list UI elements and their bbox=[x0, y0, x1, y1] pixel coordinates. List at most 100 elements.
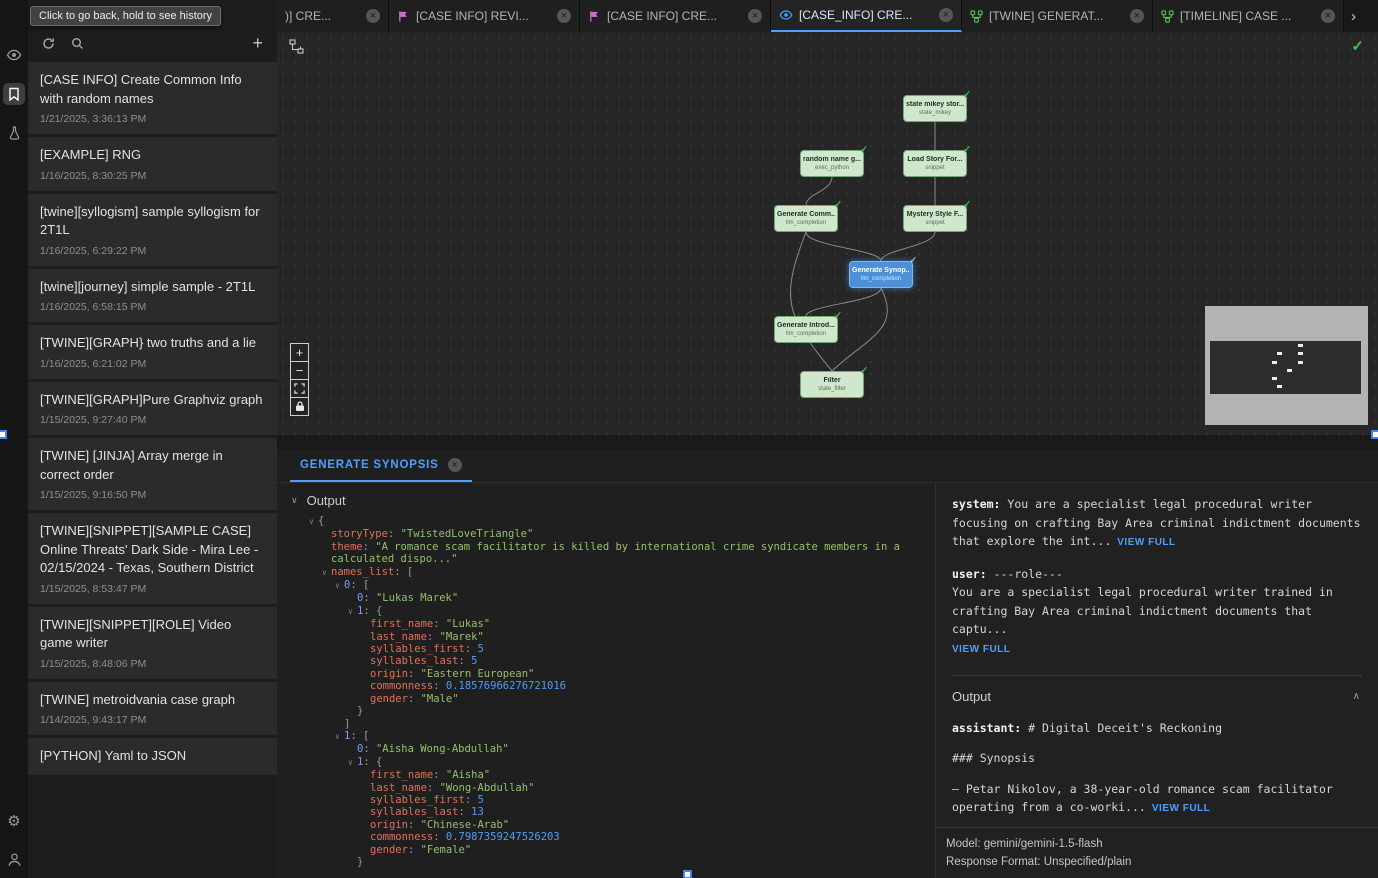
search-icon[interactable] bbox=[71, 37, 84, 50]
eye-icon[interactable] bbox=[3, 44, 25, 66]
prompt-list-item[interactable]: [EXAMPLE] RNG1/16/2025, 8:30:25 PM bbox=[28, 137, 277, 191]
close-icon[interactable]: × bbox=[748, 9, 762, 23]
resize-handle-bottom[interactable] bbox=[683, 870, 692, 878]
close-icon[interactable]: × bbox=[366, 9, 380, 23]
json-line: 0: "Lukas Marek" bbox=[309, 592, 935, 604]
close-icon[interactable]: × bbox=[1321, 9, 1335, 23]
editor-tab[interactable]: )] CRE...× bbox=[277, 0, 389, 32]
node-filter[interactable]: Filterstate_filter✓ bbox=[800, 371, 864, 398]
output-collapse-header[interactable]: ∨ Output bbox=[291, 493, 935, 508]
json-token-n: 5 bbox=[477, 643, 483, 655]
flask-icon[interactable] bbox=[3, 122, 25, 144]
node-load-story[interactable]: Load Story For...snippet✓ bbox=[903, 150, 967, 177]
json-line[interactable]: ∨{ bbox=[309, 515, 935, 528]
output-section-header[interactable]: Output ∧ bbox=[952, 675, 1362, 719]
minimap-node-dot bbox=[1277, 352, 1282, 355]
json-token-k: origin bbox=[370, 668, 408, 680]
assistant-title-text: # Digital Deceit's Reckoning bbox=[1021, 721, 1222, 735]
user-message: user: ---role---You are a specialist leg… bbox=[952, 565, 1362, 660]
node-mystery-style[interactable]: Mystery Style F...snippet✓ bbox=[903, 205, 967, 232]
panel-resizer[interactable] bbox=[277, 435, 1378, 450]
json-line[interactable]: ∨1: [ bbox=[309, 730, 935, 743]
lock-button[interactable] bbox=[290, 397, 309, 416]
node-generate-comm[interactable]: Generate Comm...llm_completion✓ bbox=[774, 205, 838, 232]
json-token-k: first_name bbox=[370, 618, 433, 630]
tab-label: [CASE INFO] REVI... bbox=[416, 9, 551, 23]
refresh-icon[interactable] bbox=[42, 37, 55, 50]
json-line[interactable]: ∨0: [ bbox=[309, 579, 935, 592]
minimap-node-dot bbox=[1272, 377, 1277, 380]
zoom-fit-button[interactable] bbox=[290, 379, 309, 398]
json-token-p: : bbox=[388, 528, 401, 540]
system-view-full-link[interactable]: VIEW FULL bbox=[1117, 537, 1175, 548]
json-token-p: } bbox=[357, 705, 363, 717]
collapse-caret-icon[interactable]: ∨ bbox=[348, 757, 357, 769]
editor-tab[interactable]: [TIMELINE] CASE ...× bbox=[1153, 0, 1344, 32]
minimap[interactable] bbox=[1205, 306, 1368, 425]
panel-tab-generate-synopsis[interactable]: GENERATE SYNOPSIS × bbox=[290, 450, 472, 482]
prompt-list-item[interactable]: [PYTHON] Yaml to JSON bbox=[28, 738, 277, 775]
resize-handle-left[interactable] bbox=[0, 430, 7, 439]
editor-tab[interactable]: [CASE INFO] CRE...× bbox=[580, 0, 771, 32]
collapse-caret-icon[interactable]: ∨ bbox=[335, 731, 344, 743]
collapse-caret-icon[interactable]: ∨ bbox=[348, 606, 357, 618]
json-token-p: { bbox=[376, 605, 382, 617]
prompt-list-item[interactable]: [TWINE][GRAPH]Pure Graphviz graph1/15/20… bbox=[28, 382, 277, 436]
collapse-caret-icon[interactable]: ∨ bbox=[322, 567, 331, 579]
prompts-section-icon[interactable] bbox=[3, 83, 25, 105]
minimap-viewport[interactable] bbox=[1210, 341, 1361, 394]
json-token-p: : bbox=[433, 618, 446, 630]
json-line[interactable]: ∨names_list: [ bbox=[309, 566, 935, 579]
prompt-list-item[interactable]: [TWINE][GRAPH} two truths and a lie1/16/… bbox=[28, 325, 277, 379]
json-line[interactable]: ∨1: { bbox=[309, 756, 935, 769]
prompt-list-item[interactable]: [TWINE][SNIPPET][ROLE] Video game writer… bbox=[28, 607, 277, 679]
json-token-p: : bbox=[363, 605, 376, 617]
json-token-p: : bbox=[433, 680, 446, 692]
zoom-in-button[interactable]: + bbox=[290, 343, 309, 362]
auto-layout-icon[interactable] bbox=[289, 39, 304, 59]
node-state-mikey[interactable]: state mikey stor...state_mikey✓ bbox=[903, 95, 967, 122]
prompt-list-item[interactable]: [twine][journey] simple sample - 2T1L1/1… bbox=[28, 269, 277, 323]
close-icon[interactable]: × bbox=[1130, 9, 1144, 23]
node-random-name[interactable]: random name g...exec_python✓ bbox=[800, 150, 864, 177]
assistant-view-full-link[interactable]: VIEW FULL bbox=[1152, 803, 1210, 814]
collapse-caret-icon[interactable]: ∨ bbox=[309, 516, 318, 528]
json-token-s: "Aisha" bbox=[446, 769, 490, 781]
json-token-s: "Aisha Wong-Abdullah" bbox=[376, 743, 509, 755]
close-icon[interactable]: × bbox=[557, 9, 571, 23]
prompt-list-item[interactable]: [TWINE] metroidvania case graph1/14/2025… bbox=[28, 682, 277, 736]
user-view-full-link[interactable]: VIEW FULL bbox=[952, 644, 1010, 655]
zoom-out-button[interactable]: − bbox=[290, 361, 309, 380]
json-line: syllables_last: 13 bbox=[309, 806, 935, 818]
prompt-list-item[interactable]: [TWINE] [JINJA] Array merge in correct o… bbox=[28, 438, 277, 510]
close-icon[interactable]: × bbox=[448, 458, 462, 472]
editor-tab[interactable]: [CASE_INFO] CRE...× bbox=[771, 0, 962, 32]
json-token-k: gender bbox=[370, 844, 408, 856]
node-generate-synop[interactable]: Generate Synop...llm_completion✓ bbox=[849, 261, 913, 288]
add-prompt-button[interactable]: + bbox=[252, 34, 263, 52]
minimap-node-dot bbox=[1298, 344, 1303, 347]
chevron-up-icon[interactable]: ∧ bbox=[1353, 688, 1360, 707]
json-line[interactable]: ∨1: { bbox=[309, 605, 935, 618]
account-icon[interactable] bbox=[3, 848, 25, 870]
prompt-list-item[interactable]: [twine][syllogism] sample syllogism for … bbox=[28, 194, 277, 266]
editor-tab[interactable]: [TWINE] GENERAT...× bbox=[962, 0, 1153, 32]
close-icon[interactable]: × bbox=[939, 8, 953, 22]
json-token-k: gender bbox=[370, 693, 408, 705]
resize-handle-right[interactable] bbox=[1371, 430, 1378, 439]
tab-scroll-right-icon[interactable]: › bbox=[1344, 0, 1363, 32]
prompt-title: [TWINE][SNIPPET][SAMPLE CASE] Online Thr… bbox=[40, 522, 265, 578]
editor-tab[interactable]: [CASE INFO] REVI... × bbox=[389, 0, 580, 32]
prompt-timestamp: 1/16/2025, 6:29:22 PM bbox=[40, 245, 265, 257]
settings-gear-icon[interactable]: ⚙ bbox=[3, 811, 25, 833]
graph-icon bbox=[1161, 10, 1174, 23]
prompt-list-item[interactable]: [TWINE][SNIPPET][SAMPLE CASE] Online Thr… bbox=[28, 513, 277, 604]
activity-bar: ⚙ bbox=[0, 0, 28, 878]
node-generate-introd[interactable]: Generate Introd...llm_completion✓ bbox=[774, 316, 838, 343]
graph-canvas[interactable]: ✓ state mikey stor...state_mikey✓random … bbox=[277, 32, 1378, 435]
minimap-node-dot bbox=[1298, 352, 1303, 355]
prompt-list-item[interactable]: [CASE INFO] Create Common Info with rand… bbox=[28, 62, 277, 134]
prompt-timestamp: 1/16/2025, 8:30:25 PM bbox=[40, 170, 265, 182]
collapse-caret-icon[interactable]: ∨ bbox=[335, 580, 344, 592]
json-token-k: commonness bbox=[370, 831, 433, 843]
